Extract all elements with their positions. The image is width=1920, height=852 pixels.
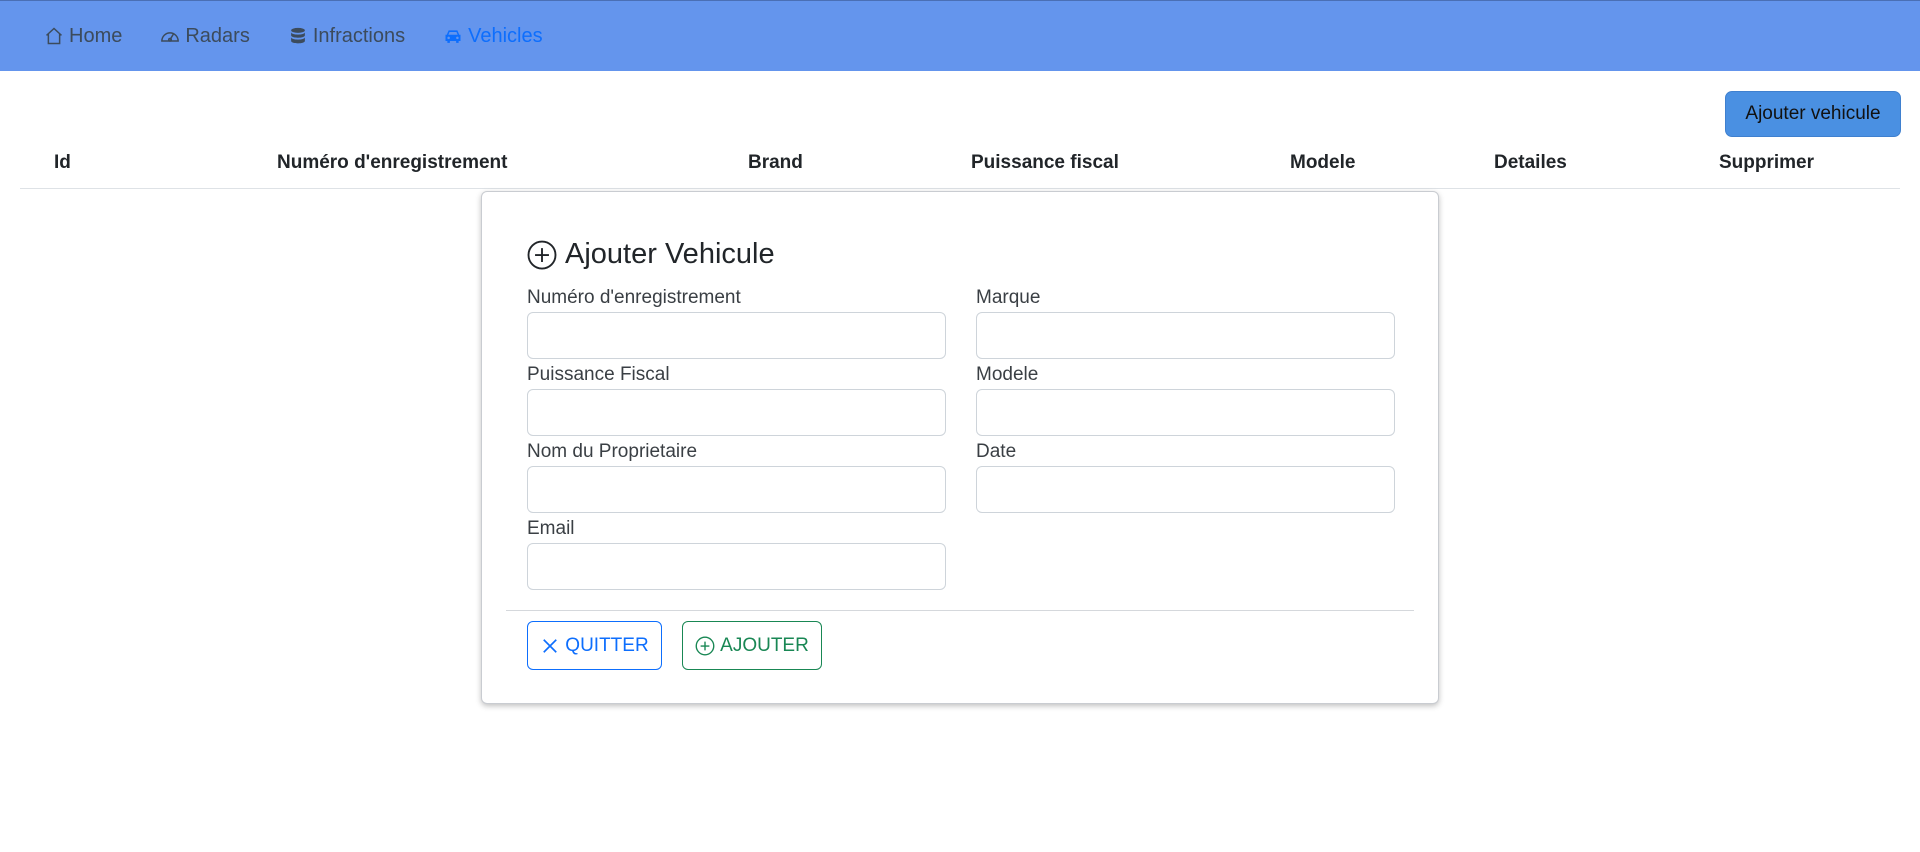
add-vehicle-modal: Ajouter Vehicule Numéro d'enregistrement… <box>481 191 1439 704</box>
model-label: Modele <box>976 364 1039 385</box>
fiscal-power-input[interactable] <box>527 389 946 436</box>
owner-name-label: Nom du Proprietaire <box>527 441 698 462</box>
speedometer-icon <box>161 32 180 42</box>
modal-footer-divider <box>506 610 1414 611</box>
brand-input[interactable] <box>976 312 1395 359</box>
column-header-fiscal-power[interactable]: Puissance fiscal <box>971 152 1119 174</box>
quit-button-label: QUITTER <box>565 634 649 656</box>
database-icon <box>290 27 305 44</box>
column-header-details[interactable]: Detailes <box>1494 152 1567 174</box>
vehicles-table-header: Id Numéro d'enregistrement Brand Puissan… <box>20 150 1900 189</box>
model-input[interactable] <box>976 389 1395 436</box>
date-input[interactable] <box>976 466 1395 513</box>
nav-item-label: Home <box>69 24 123 47</box>
brand-label: Marque <box>976 287 1041 308</box>
quit-button[interactable]: QUITTER <box>527 621 662 670</box>
nav-item-radars[interactable]: Radars <box>160 24 250 48</box>
date-label: Date <box>976 441 1017 462</box>
add-button-label: AJOUTER <box>720 634 809 656</box>
nav-item-label: Infractions <box>312 24 406 47</box>
column-header-delete[interactable]: Supprimer <box>1719 152 1814 174</box>
email-input[interactable] <box>527 543 946 590</box>
column-header-brand[interactable]: Brand <box>748 152 803 174</box>
registration-label: Numéro d'enregistrement <box>527 287 741 308</box>
column-header-registration[interactable]: Numéro d'enregistrement <box>277 152 507 174</box>
add-button[interactable]: AJOUTER <box>682 621 822 670</box>
nav-item-home[interactable]: Home <box>44 25 122 48</box>
plus-circle-icon <box>695 636 715 655</box>
modal-title-text: Ajouter Vehicule <box>565 238 775 270</box>
nav-item-infractions[interactable]: Infractions <box>288 25 405 48</box>
nav-item-label: Vehicles <box>468 24 543 47</box>
modal-title: Ajouter Vehicule <box>527 238 775 271</box>
close-icon <box>543 638 558 653</box>
add-vehicle-button[interactable]: Ajouter vehicule <box>1725 91 1901 137</box>
fiscal-power-label: Puissance Fiscal <box>527 364 670 385</box>
owner-name-input[interactable] <box>527 466 946 513</box>
email-label: Email <box>527 518 575 539</box>
house-icon <box>45 27 63 45</box>
top-navbar: Home Radars Infractions Vehicles <box>0 0 1920 71</box>
nav-item-vehicles[interactable]: Vehicles <box>443 25 543 48</box>
plus-circle-icon <box>527 240 557 269</box>
nav-item-label: Radars <box>185 24 250 47</box>
column-header-model[interactable]: Modele <box>1290 152 1355 174</box>
registration-input[interactable] <box>527 312 946 359</box>
car-icon <box>445 30 461 43</box>
column-header-id[interactable]: Id <box>54 152 71 174</box>
